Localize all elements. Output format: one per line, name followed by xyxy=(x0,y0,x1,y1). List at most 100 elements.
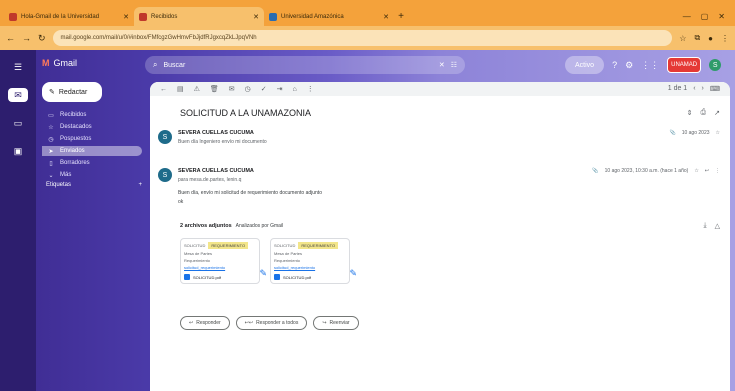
search-icon[interactable]: ⌕ xyxy=(153,60,157,70)
forward-icon[interactable]: → xyxy=(22,33,31,43)
subject-row: SOLICITUD A LA UNAMAZONIA ⇕ ⎙ ↗ xyxy=(180,108,720,118)
compose-button[interactable]: ✎ Redactar xyxy=(42,82,102,102)
new-tab-button[interactable]: + xyxy=(394,7,408,26)
search-options-icon[interactable]: ☷ xyxy=(451,61,457,69)
reply-label: Responder xyxy=(196,320,221,326)
add-label-icon[interactable]: + xyxy=(138,182,142,188)
message-time: 10 ago 2023 xyxy=(681,130,710,136)
sidebar-item-label: Pospuestos xyxy=(60,136,92,142)
print-icon[interactable]: ⎙ xyxy=(701,109,707,117)
reply-icon[interactable]: ↩ xyxy=(705,168,709,174)
sidebar-item-borradores[interactable]: ▯ Borradores xyxy=(42,158,142,168)
label-icon[interactable]: ⌂ xyxy=(293,86,297,93)
message-time: 10 ago 2023, 10:30 a.m. (hace 1 año) xyxy=(604,168,689,174)
extensions-icon[interactable]: ⧉ xyxy=(694,33,700,43)
search-input[interactable]: ⌕ Buscar ✕ ☷ xyxy=(145,56,465,74)
url-field[interactable]: mail.google.com/mail/u/0/#inbox/FMfcgzGw… xyxy=(52,30,673,46)
tab-label: Recibidos xyxy=(151,13,178,20)
close-tab-icon[interactable]: ✕ xyxy=(383,13,389,21)
move-to-icon[interactable]: ⇥ xyxy=(277,85,283,93)
sidebar-item-label: Enviados xyxy=(60,148,85,154)
browser-tab-0[interactable]: Hola-Gmail de la Universidad ✕ xyxy=(4,7,134,26)
message-body-line: Buen día, envío mi solicitud de requerim… xyxy=(178,190,322,196)
star-icon[interactable]: ☆ xyxy=(694,168,698,174)
apps-grid-icon[interactable]: ⋮⋮ xyxy=(641,60,659,71)
reload-icon[interactable]: ↻ xyxy=(38,33,46,44)
account-badge-text: UNAMAD xyxy=(671,62,698,68)
clear-search-icon[interactable]: ✕ xyxy=(439,61,445,69)
chat-icon[interactable]: ▭ xyxy=(8,116,28,130)
minimize-icon[interactable]: — xyxy=(683,12,691,21)
reply-all-button[interactable]: ↩↩ Responder a todos xyxy=(235,316,308,330)
reply-icon: ↩ xyxy=(189,320,194,326)
attachment-preview-line: Mesa de Partes xyxy=(274,251,303,256)
recipient-line[interactable]: para mesa.de.partes, lenin.q xyxy=(178,177,586,183)
add-to-drive-icon[interactable]: △ xyxy=(715,222,720,230)
message-body-line: ok xyxy=(178,199,184,205)
sidebar-item-recibidos[interactable]: ▭ Recibidos xyxy=(42,110,142,120)
report-spam-icon[interactable]: ⚠ xyxy=(194,85,200,93)
mail-icon[interactable]: ✉ xyxy=(8,88,28,102)
browser-tab-1[interactable]: Recibidos ✕ xyxy=(134,7,264,26)
mark-unread-icon[interactable]: ✉ xyxy=(229,85,235,93)
attachment-preview-line: Requerimiento xyxy=(184,258,211,263)
account-badge[interactable]: UNAMAD xyxy=(667,57,702,73)
url-text: mail.google.com/mail/u/0/#inbox/FMfcgzGw… xyxy=(60,35,257,41)
open-new-window-icon[interactable]: ↗ xyxy=(714,109,720,117)
maximize-icon[interactable]: ▢ xyxy=(701,12,709,21)
close-tab-icon[interactable]: ✕ xyxy=(123,13,129,21)
sidebar-item-mas[interactable]: ⌄ Más xyxy=(42,170,142,180)
attachment-preview-link: solicitud_requerimiento xyxy=(274,265,316,270)
sender-avatar: S xyxy=(158,130,172,144)
message-expanded: S SEVERA CUELLAS CUCUMA para mesa.de.par… xyxy=(158,168,720,205)
tab-label: Universidad Amazónica xyxy=(281,13,344,20)
attachment-preview-line: Mesa de Partes xyxy=(184,251,213,256)
attachment-card[interactable]: SOLICITUD REQUERIMIENTO Mesa de Partes R… xyxy=(270,238,357,284)
back-to-inbox-icon[interactable]: ← xyxy=(160,86,167,93)
star-icon[interactable]: ☆ xyxy=(716,130,720,136)
settings-icon[interactable]: ⚙ xyxy=(625,60,633,71)
bookmark-star-icon[interactable]: ☆ xyxy=(679,34,686,43)
back-icon[interactable]: ← xyxy=(6,33,15,43)
status-button[interactable]: Activo xyxy=(565,56,605,74)
message-snippet: Buen día Ingeniero envío mi documento xyxy=(178,139,267,145)
menu-icon[interactable]: ⋮ xyxy=(721,34,729,43)
edit-pen-icon[interactable]: ✎ xyxy=(349,268,357,279)
keyboard-icon[interactable]: ⌨ xyxy=(710,85,720,93)
next-page-icon[interactable]: › xyxy=(702,85,704,93)
main-menu-icon[interactable]: ☰ xyxy=(8,60,28,74)
delete-icon[interactable]: 🗑 xyxy=(210,85,219,93)
help-icon[interactable]: ? xyxy=(612,60,617,70)
message-collapsed[interactable]: S SEVERA CUELLAS CUCUMA Buen día Ingenie… xyxy=(158,130,720,145)
close-window-icon[interactable]: ✕ xyxy=(718,12,725,21)
add-task-icon[interactable]: ✓ xyxy=(261,85,267,93)
edit-pen-icon[interactable]: ✎ xyxy=(259,268,267,279)
profile-icon[interactable]: ● xyxy=(708,34,713,43)
prev-page-icon[interactable]: ‹ xyxy=(693,85,695,93)
gmail-logo[interactable]: M Gmail xyxy=(42,58,77,68)
forward-button[interactable]: ↪ Reenviar xyxy=(313,316,359,330)
tab-label: Hola-Gmail de la Universidad xyxy=(21,13,100,20)
more-options-icon[interactable]: ⋮ xyxy=(715,168,720,174)
archive-icon[interactable]: ▤ xyxy=(177,85,184,93)
gmail-favicon-icon xyxy=(9,12,17,21)
attachment-highlight: REQUERIMIENTO xyxy=(208,242,249,249)
expand-icon[interactable]: ⇕ xyxy=(687,109,693,117)
sidebar-item-pospuestos[interactable]: ◷ Pospuestos xyxy=(42,134,142,144)
sender-name: SEVERA CUELLAS CUCUMA xyxy=(178,168,254,174)
reply-button[interactable]: ↩ Responder xyxy=(180,316,230,330)
avatar[interactable]: S xyxy=(709,59,722,71)
sidebar-item-destacados[interactable]: ☆ Destacados xyxy=(42,122,142,132)
attachment-tag: SOLICITUD xyxy=(274,243,296,248)
gmail-logo-text: Gmail xyxy=(53,58,78,68)
meet-icon[interactable]: ▣ xyxy=(8,144,28,158)
attachment-card[interactable]: SOLICITUD REQUERIMIENTO Mesa de Partes R… xyxy=(180,238,267,284)
sidebar-item-enviados[interactable]: ➤ Enviados xyxy=(42,146,142,156)
message-toolbar: ← ▤ ⚠ 🗑 ✉ ◷ ✓ ⇥ ⌂ ⋮ 1 de 1 ‹ › ⌨ xyxy=(150,82,730,96)
more-options-icon[interactable]: ⋮ xyxy=(307,85,314,93)
close-tab-icon[interactable]: ✕ xyxy=(253,13,259,21)
browser-tab-2[interactable]: Universidad Amazónica ✕ xyxy=(264,7,394,26)
download-all-icon[interactable]: ⤓ xyxy=(704,222,707,230)
snooze-icon[interactable]: ◷ xyxy=(245,85,251,93)
draft-icon: ▯ xyxy=(49,160,53,167)
